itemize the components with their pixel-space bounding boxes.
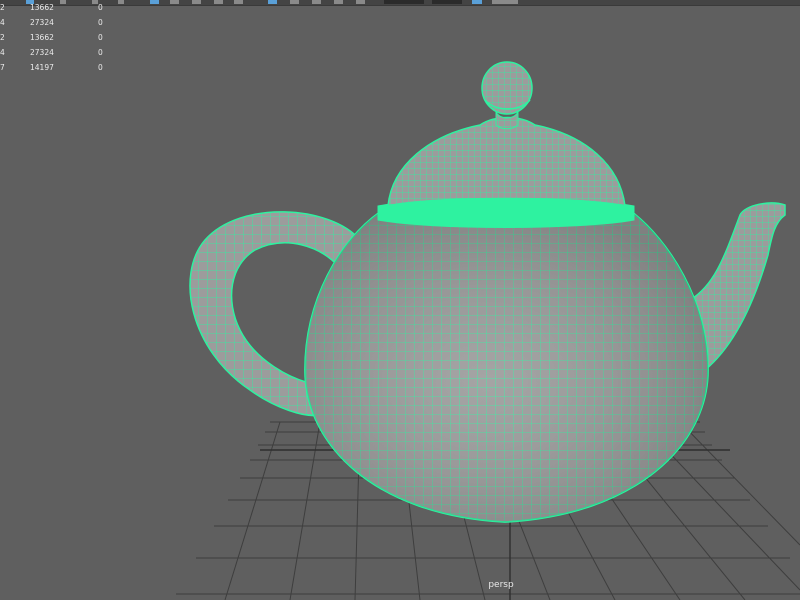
teapot-knob: [481, 61, 533, 115]
viewport-persp[interactable]: 2 13662 0 4 27324 0 2 13662 0 4 27324 0 …: [0, 0, 800, 600]
hud-value: 27324: [30, 18, 54, 27]
teapot-mesh[interactable]: [189, 61, 786, 523]
hud-label: 7: [0, 63, 5, 72]
hud-label: 2: [0, 33, 5, 42]
hud-selected-value: 0: [98, 48, 103, 57]
hud-selected-value: 0: [98, 63, 103, 72]
hud-value: 13662: [30, 3, 54, 12]
teapot-lid: [387, 116, 626, 207]
hud-label: 4: [0, 18, 5, 27]
hud-row: 4 27324 0: [0, 18, 130, 32]
hud-row: 7 14197 0: [0, 63, 130, 77]
scene-canvas[interactable]: [0, 0, 800, 600]
hud-value: 14197: [30, 63, 54, 72]
hud-label: 2: [0, 3, 5, 12]
hud-row: 2 13662 0: [0, 3, 130, 17]
hud-label: 4: [0, 48, 5, 57]
camera-name-label: persp: [488, 580, 514, 590]
hud-selected-value: 0: [98, 3, 103, 12]
hud-selected-value: 0: [98, 33, 103, 42]
hud-row: 4 27324 0: [0, 48, 130, 62]
hud-value: 27324: [30, 48, 54, 57]
hud-value: 13662: [30, 33, 54, 42]
hud-row: 2 13662 0: [0, 33, 130, 47]
teapot-rim: [377, 198, 635, 228]
hud-selected-value: 0: [98, 18, 103, 27]
